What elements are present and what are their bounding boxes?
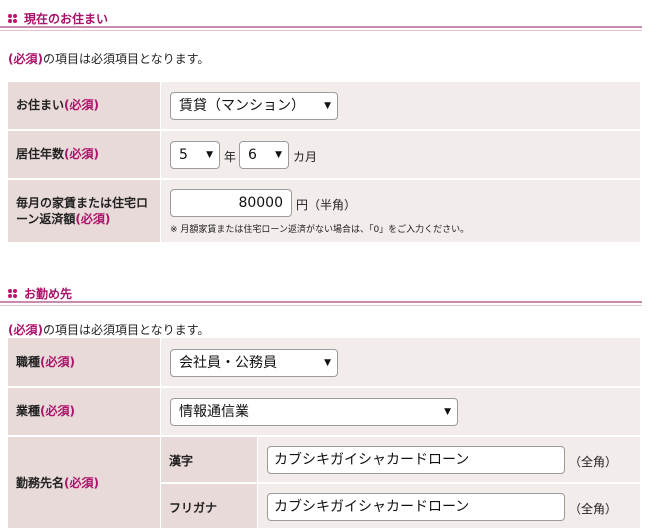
kanji-label-cell: 漢字 <box>161 437 257 483</box>
field-value-cell: 情報通信業 ▼ <box>161 388 640 436</box>
years-unit: 年 <box>224 150 237 164</box>
form-row-industry: 業種(必須) 情報通信業 ▼ <box>8 388 640 436</box>
job-type-select[interactable]: 会社員・公務員 ▼ <box>170 349 338 377</box>
rent-input[interactable]: 80000 <box>170 189 292 217</box>
divider <box>0 301 642 303</box>
field-value-cell: 漢字 カブシキガイシャカードローン （全角） フリガナ カブシキガイシャカードロ… <box>161 437 640 529</box>
field-value-cell: 5 ▼ 年 6 ▼ カ月 <box>161 131 640 179</box>
form-row-company: 勤務先名(必須) 漢字 カブシキガイシャカードローン （全角） フリガナ カブシ… <box>8 437 640 529</box>
field-label: 居住年数(必須) <box>8 131 160 179</box>
kanji-value-cell: カブシキガイシャカードローン （全角） <box>258 437 640 483</box>
residence-select[interactable]: 賃貸（マンション） ▼ <box>170 92 338 120</box>
required-note: (必須)の項目は必須項目となります。 <box>8 52 210 66</box>
section-title: 現在のお住まい <box>24 12 109 26</box>
company-kanji-input[interactable]: カブシキガイシャカードローン <box>267 446 565 474</box>
required-note: (必須)の項目は必須項目となります。 <box>8 323 210 337</box>
field-label: 職種(必須) <box>8 338 160 387</box>
industry-select[interactable]: 情報通信業 ▼ <box>170 398 458 426</box>
field-value-cell: 賃貸（マンション） ▼ <box>161 82 640 130</box>
triangle-down-icon: ▼ <box>206 150 213 160</box>
divider <box>0 26 642 28</box>
kanji-unit: （全角） <box>569 455 618 469</box>
form-row-residence: お住まい(必須) 賃貸（マンション） ▼ <box>8 82 640 130</box>
field-value-cell: 会社員・公務員 ▼ <box>161 338 640 387</box>
section-header-employer: お勤め先 <box>0 281 642 306</box>
rent-unit: 円（半角） <box>296 198 357 212</box>
kana-unit: （全角） <box>569 502 618 516</box>
years-select[interactable]: 5 ▼ <box>170 141 220 169</box>
form-row-years: 居住年数(必須) 5 ▼ 年 6 ▼ カ月 <box>8 131 640 179</box>
triangle-down-icon: ▼ <box>324 358 331 368</box>
months-unit: カ月 <box>293 150 318 164</box>
months-select[interactable]: 6 ▼ <box>239 141 289 169</box>
field-value-cell: 80000 円（半角） ※ 月額家賃または住宅ローン返済がない場合は、「0」をご… <box>161 180 640 243</box>
rent-hint: ※ 月額家賃または住宅ローン返済がない場合は、「0」をご入力ください。 <box>170 225 470 235</box>
section-header-residence: 現在のお住まい <box>0 6 642 31</box>
field-label: 毎月の家賃または住宅ロ ーン返済額(必須) <box>8 180 160 243</box>
triangle-down-icon: ▼ <box>275 150 282 160</box>
form-row-job-type: 職種(必須) 会社員・公務員 ▼ <box>8 338 640 387</box>
dots-icon <box>8 289 17 298</box>
triangle-down-icon: ▼ <box>444 407 451 417</box>
field-label: お住まい(必須) <box>8 82 160 130</box>
section-title: お勤め先 <box>24 287 73 301</box>
divider <box>0 305 642 306</box>
dots-icon <box>8 14 17 23</box>
triangle-down-icon: ▼ <box>324 101 331 111</box>
field-label: 業種(必須) <box>8 388 160 436</box>
kana-value-cell: カブシキガイシャカードローン （全角） <box>258 484 640 529</box>
company-kana-input[interactable]: カブシキガイシャカードローン <box>267 493 565 521</box>
kana-label-cell: フリガナ <box>161 484 257 529</box>
divider <box>0 30 642 31</box>
form-row-rent: 毎月の家賃または住宅ロ ーン返済額(必須) 80000 円（半角） ※ 月額家賃… <box>8 180 640 243</box>
field-label: 勤務先名(必須) <box>8 437 160 529</box>
